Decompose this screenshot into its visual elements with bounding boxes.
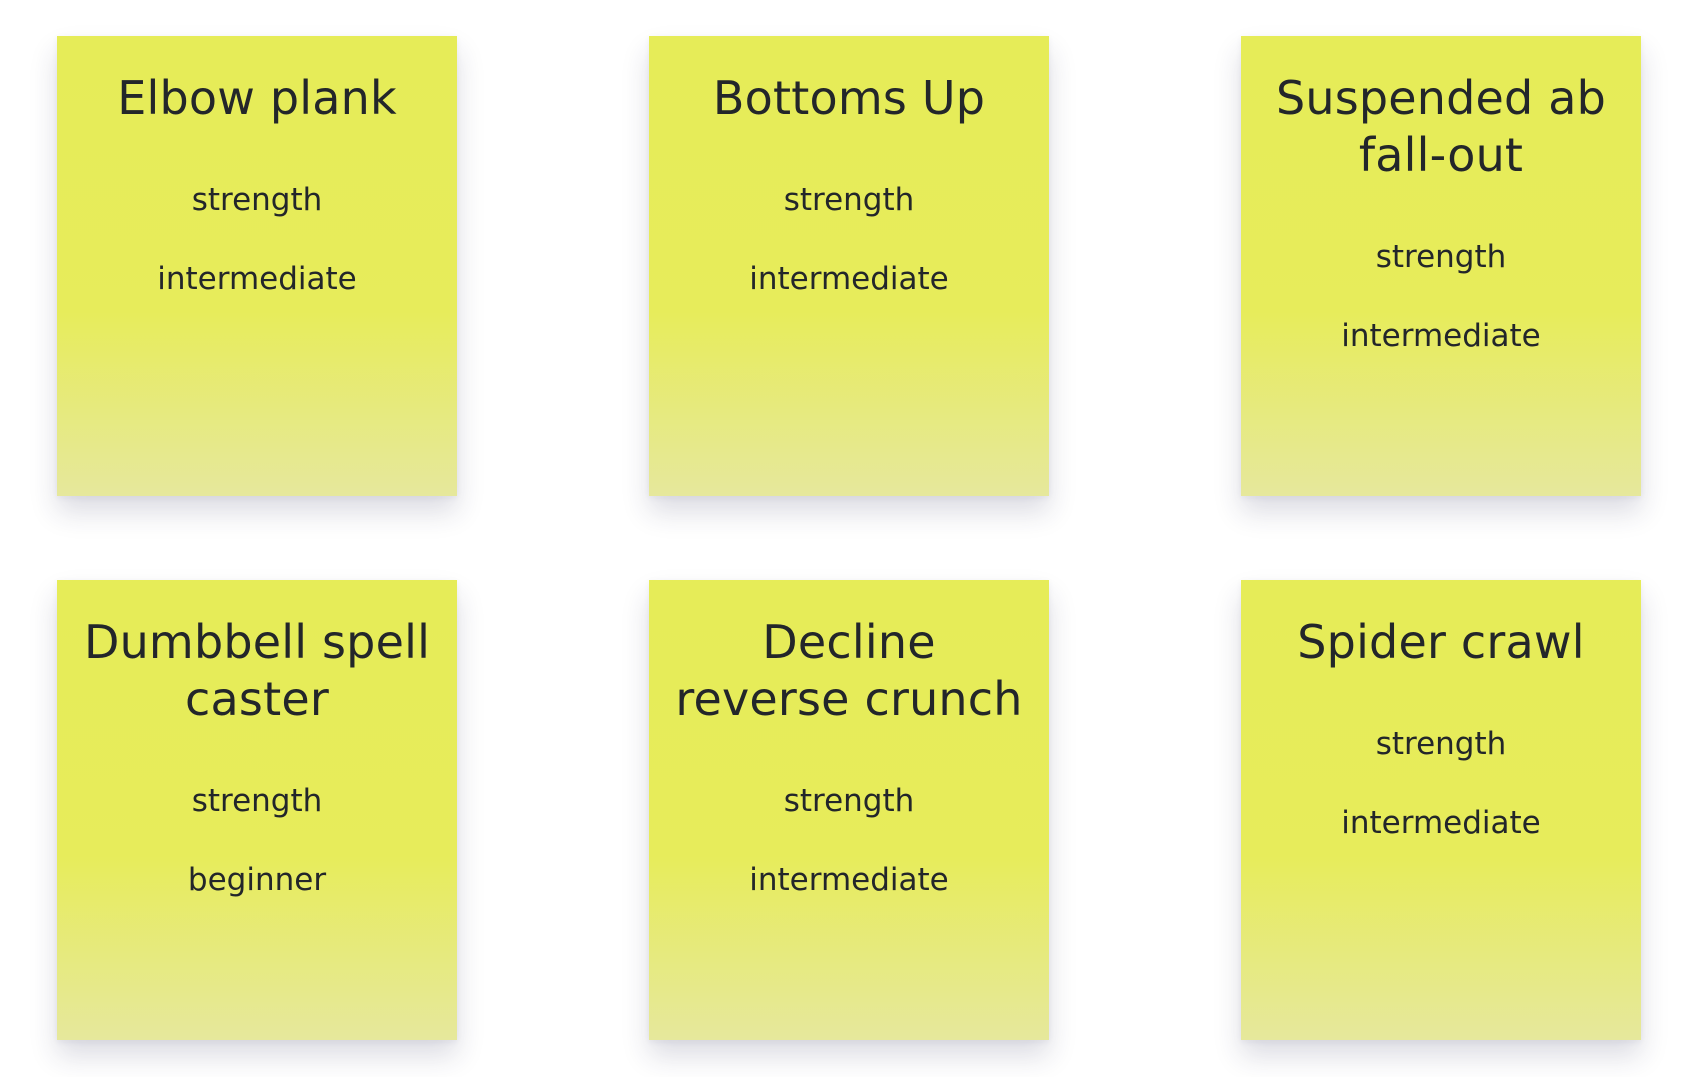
exercise-meta: strength intermediate xyxy=(81,181,433,298)
exercise-name: Elbow plank xyxy=(117,71,397,125)
exercise-level: intermediate xyxy=(749,261,949,297)
exercise-card[interactable]: Dumbbell spell caster strength beginner xyxy=(57,580,457,1040)
exercise-category: strength xyxy=(783,182,915,218)
exercise-category: strength xyxy=(783,783,915,819)
exercise-level: intermediate xyxy=(749,862,949,898)
exercise-level: beginner xyxy=(187,862,327,898)
exercise-category: strength xyxy=(191,182,323,218)
exercise-meta: strength intermediate xyxy=(1265,725,1617,842)
exercise-level: intermediate xyxy=(1341,318,1541,354)
exercise-name: Bottoms Up xyxy=(712,71,986,125)
exercise-category: strength xyxy=(1375,726,1507,762)
exercise-card[interactable]: Decline reverse crunch strength intermed… xyxy=(649,580,1049,1040)
exercise-meta: strength intermediate xyxy=(673,782,1025,899)
exercise-name: Suspended ab fall-out xyxy=(1275,71,1607,182)
exercise-category: strength xyxy=(191,783,323,819)
exercise-name: Decline reverse crunch xyxy=(675,615,1023,726)
exercise-card[interactable]: Suspended ab fall-out strength intermedi… xyxy=(1241,36,1641,496)
exercise-name: Dumbbell spell caster xyxy=(83,615,431,726)
exercise-meta: strength intermediate xyxy=(1265,238,1617,355)
exercise-card[interactable]: Elbow plank strength intermediate xyxy=(57,36,457,496)
exercise-meta: strength intermediate xyxy=(673,181,1025,298)
exercise-card[interactable]: Bottoms Up strength intermediate xyxy=(649,36,1049,496)
exercise-level: intermediate xyxy=(157,261,357,297)
exercise-card[interactable]: Spider crawl strength intermediate xyxy=(1241,580,1641,1040)
exercise-name: Spider crawl xyxy=(1297,615,1585,669)
exercise-meta: strength beginner xyxy=(81,782,433,899)
exercise-grid: Elbow plank strength intermediate Bottom… xyxy=(0,0,1695,1077)
exercise-category: strength xyxy=(1375,239,1507,275)
exercise-level: intermediate xyxy=(1341,805,1541,841)
